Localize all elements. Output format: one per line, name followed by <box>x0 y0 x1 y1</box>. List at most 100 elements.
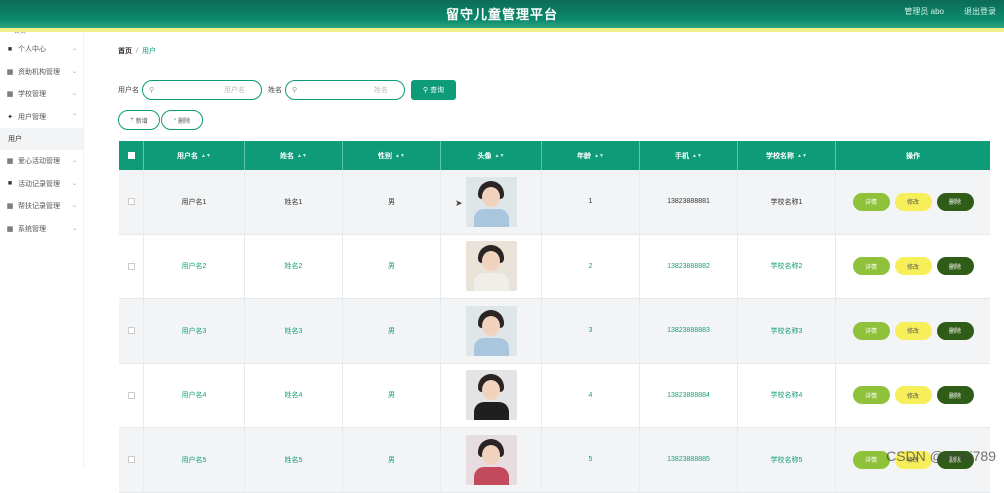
sidebar-item-user-management[interactable]: ✦ 用户管理 ⌃ <box>0 106 83 129</box>
query-button[interactable]: ⚲ 查询 <box>411 80 456 100</box>
username-search-input[interactable]: ⚲ 用户名 <box>142 80 262 100</box>
row-checkbox[interactable] <box>128 327 135 334</box>
select-all-checkbox-cell[interactable] <box>119 141 144 170</box>
chevron-down-icon: ⌄ <box>72 45 77 52</box>
name-label: 姓名 <box>268 85 282 95</box>
delete-button[interactable]: 删除 <box>937 257 974 275</box>
delete-button[interactable]: 删除 <box>937 386 974 404</box>
chevron-down-icon: ⌄ <box>72 68 77 75</box>
edit-button-label: 修改 <box>907 391 919 400</box>
cell-name: 姓名1 <box>245 170 343 234</box>
sidebar-item-system[interactable]: ▦ 系统管理 ⌄ <box>0 218 83 241</box>
cell-gender: 男 <box>343 428 441 492</box>
avatar[interactable] <box>466 370 517 420</box>
sidebar-item-activity-record[interactable]: ■ 活动记录管理 ⌄ <box>0 173 83 196</box>
row-checkbox[interactable] <box>128 456 135 463</box>
avatar[interactable] <box>466 241 517 291</box>
detail-button-label: 详情 <box>865 391 877 400</box>
cell-gender: 男 <box>343 170 441 234</box>
cell-age: 4 <box>542 364 640 428</box>
batch-delete-label: 删除 <box>178 116 190 125</box>
cell-school: 学校名称3 <box>738 299 836 363</box>
detail-button[interactable]: 详情 <box>853 386 890 404</box>
search-icon: ⚲ <box>423 86 428 94</box>
operation-bar: + 新增 ▫ 删除 <box>118 110 204 130</box>
column-header-school[interactable]: 学校名称▲▼ <box>738 141 836 170</box>
add-button-label: 新增 <box>136 116 148 125</box>
column-header-phone[interactable]: 手机▲▼ <box>640 141 738 170</box>
avatar[interactable] <box>466 177 517 227</box>
breadcrumb-home[interactable]: 首页 <box>118 48 132 55</box>
chevron-down-icon: ⌄ <box>72 202 77 209</box>
avatar[interactable] <box>466 306 517 356</box>
cell-age: 5 <box>542 428 640 492</box>
detail-button[interactable]: 详情 <box>853 451 890 469</box>
edit-button[interactable]: 修改 <box>895 386 932 404</box>
delete-button[interactable]: 删除 <box>937 322 974 340</box>
sidebar-item-school[interactable]: ▦ 学校管理 ⌄ <box>0 83 83 106</box>
sidebar-item-label: 学校管理 <box>18 89 46 99</box>
sidebar-item-assistance-record[interactable]: ▦ 帮扶记录管理 ⌄ <box>0 195 83 218</box>
detail-button[interactable]: 详情 <box>853 193 890 211</box>
sidebar-item-funding-org[interactable]: ▦ 资助机构管理 ⌄ <box>0 61 83 84</box>
column-header-username[interactable]: 用户名▲▼ <box>144 141 245 170</box>
grid-icon: ▦ <box>6 68 14 76</box>
cell-username: 用户名2 <box>144 235 245 299</box>
sort-icon: ▲▼ <box>395 153 405 159</box>
column-header-label: 学校名称 <box>766 151 794 161</box>
cell-gender: 男 <box>343 235 441 299</box>
detail-button-label: 详情 <box>865 455 877 464</box>
name-search-input[interactable]: ⚲ 姓名 <box>285 80 405 100</box>
avatar[interactable] <box>466 435 517 485</box>
edit-button[interactable]: 修改 <box>895 322 932 340</box>
select-all-checkbox[interactable] <box>128 152 135 159</box>
add-button[interactable]: + 新增 <box>118 110 160 130</box>
delete-button-label: 删除 <box>949 391 961 400</box>
table-row: 用户名2 姓名2 男 2 13823888882 学校名称2 详情 修改 删除 <box>119 235 990 300</box>
logout-link[interactable]: 退出登录 <box>964 6 996 17</box>
chevron-down-icon: ⌄ <box>72 225 77 232</box>
sort-icon: ▲▼ <box>201 153 211 159</box>
sidebar-item-charity-activity[interactable]: ▦ 爱心活动管理 ⌄ <box>0 150 83 173</box>
cell-age: 3 <box>542 299 640 363</box>
sidebar-item-label: 个人中心 <box>18 44 46 54</box>
cell-phone: 13823888885 <box>640 428 738 492</box>
row-checkbox[interactable] <box>128 263 135 270</box>
column-header-label: 操作 <box>906 151 920 161</box>
sidebar-subitem-user[interactable]: 用户 <box>0 128 83 150</box>
sort-icon: ▲▼ <box>594 153 604 159</box>
sidebar-item-personal-center[interactable]: ■ 个人中心 ⌄ <box>0 38 83 61</box>
watermark: CSDN @sheji789 <box>886 448 996 464</box>
column-header-age[interactable]: 年龄▲▼ <box>542 141 640 170</box>
name-placeholder: 姓名 <box>297 85 398 95</box>
cell-name: 姓名2 <box>245 235 343 299</box>
cell-phone: 13823888883 <box>640 299 738 363</box>
top-header-bar: 留守儿童管理平台 管理员 abo 退出登录 <box>0 0 1004 28</box>
delete-button[interactable]: 删除 <box>937 193 974 211</box>
row-checkbox[interactable] <box>128 198 135 205</box>
detail-button[interactable]: 详情 <box>853 322 890 340</box>
delete-button-label: 删除 <box>949 262 961 271</box>
column-header-label: 姓名 <box>280 151 294 161</box>
row-checkbox[interactable] <box>128 392 135 399</box>
column-header-name[interactable]: 姓名▲▼ <box>245 141 343 170</box>
column-header-avatar[interactable]: 头像▲▼ <box>441 141 542 170</box>
column-header-label: 用户名 <box>177 151 198 161</box>
sort-icon: ▲▼ <box>495 153 505 159</box>
batch-delete-button[interactable]: ▫ 删除 <box>161 110 203 130</box>
sidebar-item-label: 活动记录管理 <box>18 179 60 189</box>
column-header-gender[interactable]: 性别▲▼ <box>343 141 441 170</box>
chevron-up-icon: ⌃ <box>72 113 77 120</box>
detail-button[interactable]: 详情 <box>853 257 890 275</box>
cell-gender: 男 <box>343 364 441 428</box>
username-label: 用户名 <box>118 85 139 95</box>
column-header-label: 头像 <box>478 151 492 161</box>
edit-button[interactable]: 修改 <box>895 257 932 275</box>
sidebar-item-label: 资助机构管理 <box>18 67 60 77</box>
edit-button[interactable]: 修改 <box>895 193 932 211</box>
cell-school: 学校名称5 <box>738 428 836 492</box>
detail-button-label: 详情 <box>865 262 877 271</box>
sidebar-item-label: 爱心活动管理 <box>18 156 60 166</box>
sidebar: 首页 ■ 个人中心 ⌄ ▦ 资助机构管理 ⌄ ▦ 学校管理 ⌄ ✦ 用户管理 ⌃… <box>0 32 84 468</box>
cell-age: 1 <box>542 170 640 234</box>
